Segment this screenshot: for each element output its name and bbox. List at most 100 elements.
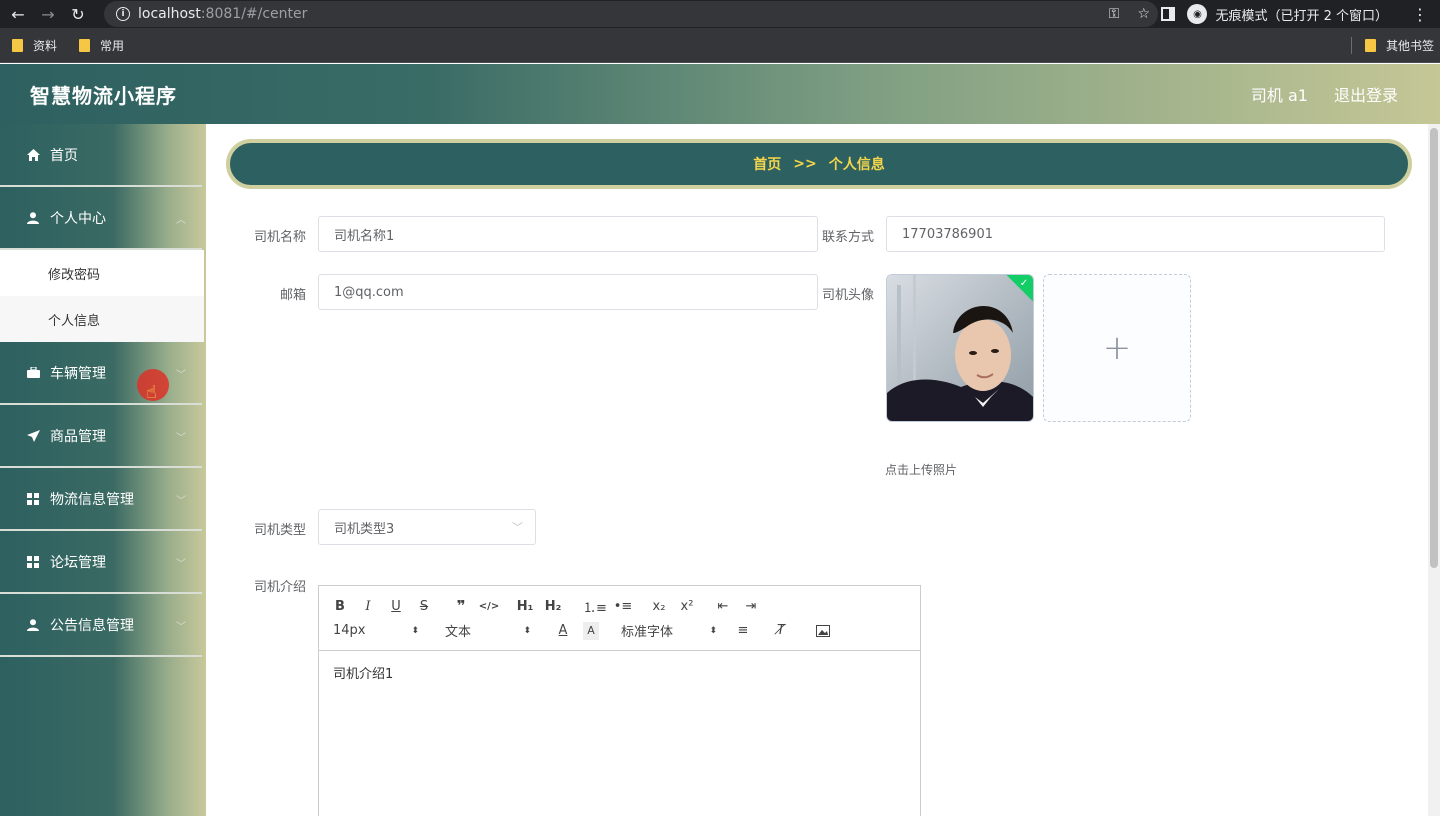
sidebar-item-label: 论坛管理 — [50, 554, 106, 571]
breadcrumb-home[interactable]: 首页 — [753, 154, 781, 174]
bookmark-folder-1[interactable]: 资料 — [12, 37, 57, 54]
sidebar-item-label: 车辆管理 — [50, 365, 106, 382]
ordered-list-icon[interactable]: ⒈≡ — [583, 597, 607, 616]
indent-icon[interactable]: ⇥ — [743, 597, 759, 615]
clear-format-icon[interactable]: T̸ — [773, 622, 789, 640]
chevron-down-icon: ﹀ — [176, 496, 186, 507]
grid-icon — [26, 492, 40, 505]
browser-toolbar: ← → ↻ i localhost:8081/#/center ⚿ ☆ ◉ 无痕… — [0, 0, 1440, 28]
editor-toolbar: B I U S ❞ </> H₁ H₂ ⒈≡ •≡ x₂ x² ⇤ ⇥ 14px… — [319, 586, 920, 651]
strikethrough-icon[interactable]: S — [417, 597, 431, 615]
current-user[interactable]: 司机 a1 — [1251, 82, 1308, 106]
font-color-icon[interactable]: A — [555, 622, 571, 640]
sidebar-item-forum-management[interactable]: 论坛管理 ﹀ — [0, 531, 202, 594]
underline-icon[interactable]: U — [389, 597, 403, 615]
briefcase-icon — [26, 367, 40, 378]
more-menu-icon[interactable]: ⋮ — [1412, 5, 1428, 24]
sidebar-subitem-change-password[interactable]: 修改密码 — [0, 250, 204, 296]
italic-icon[interactable]: I — [361, 597, 375, 615]
text-style-select[interactable]: 文本 ⬍ — [445, 621, 531, 640]
driver-name-input[interactable]: 司机名称1 — [318, 216, 818, 252]
heading-1-icon[interactable]: H₁ — [515, 597, 535, 615]
sidebar-item-vehicle-management[interactable]: 车辆管理 ﹀ — [0, 342, 202, 405]
sidebar-item-label: 个人中心 — [50, 210, 106, 227]
bookmark-label: 资料 — [33, 38, 58, 53]
send-icon — [26, 429, 40, 442]
incognito-label[interactable]: 无痕模式（已打开 2 个窗口） — [1215, 5, 1388, 24]
updown-icon: ⬍ — [709, 625, 717, 636]
back-icon[interactable]: ← — [6, 2, 30, 26]
rich-text-editor: B I U S ❞ </> H₁ H₂ ⒈≡ •≡ x₂ x² ⇤ ⇥ 14px… — [318, 585, 921, 816]
sidebar-item-label: 公告信息管理 — [50, 617, 134, 634]
chevron-up-icon: ︿ — [176, 215, 186, 226]
chevron-down-icon: ﹀ — [176, 559, 186, 570]
folder-icon — [79, 38, 91, 52]
sidebar-item-home[interactable]: 首页 — [0, 124, 202, 187]
other-bookmarks[interactable]: 其他书签 — [1364, 37, 1434, 54]
sidebar-item-goods-management[interactable]: 商品管理 ﹀ — [0, 405, 202, 468]
url-path: :8081/#/center — [200, 6, 308, 22]
home-icon — [26, 148, 40, 161]
subscript-icon[interactable]: x₂ — [651, 597, 667, 615]
superscript-icon[interactable]: x² — [679, 597, 695, 615]
sidebar-subitem-personal-info[interactable]: 个人信息 — [0, 296, 204, 342]
reload-icon[interactable]: ↻ — [66, 2, 90, 26]
chevron-down-icon: ﹀ — [176, 622, 186, 633]
font-size-value: 14px — [333, 623, 366, 638]
avatar-image[interactable]: ✓ — [886, 274, 1034, 422]
sidebar-item-logistics-management[interactable]: 物流信息管理 ﹀ — [0, 468, 202, 531]
info-icon[interactable]: i — [116, 7, 130, 21]
blockquote-icon[interactable]: ❞ — [453, 597, 469, 615]
sidebar-item-label: 商品管理 — [50, 428, 106, 445]
driver-type-select[interactable]: 司机类型3 ﹀ — [318, 509, 536, 545]
side-panel-icon[interactable] — [1161, 7, 1176, 21]
hand-cursor-icon: ☝ — [146, 382, 157, 403]
sidebar-item-label: 物流信息管理 — [50, 491, 134, 508]
outdent-icon[interactable]: ⇤ — [715, 597, 731, 615]
folder-icon — [12, 38, 23, 52]
app-title: 智慧物流小程序 — [30, 83, 177, 108]
scrollbar-thumb[interactable] — [1430, 128, 1438, 568]
intro-label: 司机介绍 — [253, 580, 306, 595]
font-family-select[interactable]: 标准字体 ⬍ — [621, 621, 717, 640]
email-label: 邮箱 — [279, 288, 306, 303]
logout-button[interactable]: 退出登录 — [1334, 82, 1398, 106]
code-block-icon[interactable]: </> — [479, 597, 499, 615]
address-bar[interactable]: i localhost:8081/#/center ⚿ ☆ — [104, 1, 1158, 27]
user-icon — [26, 211, 40, 224]
app-header: 智慧物流小程序 司机 a1 退出登录 — [0, 64, 1440, 124]
breadcrumb: 首页 >> 个人信息 — [226, 139, 1412, 189]
avatar-label: 司机头像 — [821, 288, 874, 303]
email-input[interactable]: 1@qq.com — [318, 274, 818, 310]
main-content: 首页 >> 个人信息 司机名称 司机名称1 联系方式 17703786901 邮… — [206, 124, 1428, 816]
bookmark-label: 常用 — [100, 38, 125, 53]
editor-content[interactable]: 司机介绍1 — [319, 651, 920, 694]
heading-2-icon[interactable]: H₂ — [543, 597, 563, 615]
chevron-down-icon: ﹀ — [176, 433, 186, 444]
bookmarks-bar: 资料 常用 其他书签 — [0, 28, 1440, 63]
background-color-icon[interactable]: A — [583, 621, 599, 640]
font-size-select[interactable]: 14px ⬍ — [333, 623, 419, 638]
chevron-down-icon: ﹀ — [176, 370, 186, 381]
bookmark-folder-2[interactable]: 常用 — [79, 37, 124, 54]
upload-avatar-button[interactable]: + — [1043, 274, 1191, 422]
sidebar: 首页 个人中心 ︿ 修改密码 个人信息 车辆管理 ﹀ 商品管理 ﹀ 物流信息管理… — [0, 124, 206, 816]
key-icon[interactable]: ⚿ — [1109, 6, 1120, 22]
url-host: localhost — [138, 6, 201, 22]
align-icon[interactable]: ≡ — [735, 622, 751, 640]
folder-icon — [1364, 38, 1376, 52]
star-icon[interactable]: ☆ — [1137, 6, 1150, 22]
page-scrollbar[interactable] — [1428, 124, 1440, 816]
bold-icon[interactable]: B — [333, 597, 347, 615]
other-bookmarks-label: 其他书签 — [1385, 38, 1434, 53]
incognito-icon[interactable]: ◉ — [1187, 4, 1208, 24]
check-icon: ✓ — [1019, 277, 1029, 289]
sidebar-item-personal-center[interactable]: 个人中心 ︿ — [0, 187, 202, 250]
sidebar-item-announcement-management[interactable]: 公告信息管理 ﹀ — [0, 594, 202, 657]
contact-input[interactable]: 17703786901 — [886, 216, 1385, 252]
forward-icon[interactable]: → — [36, 2, 60, 26]
driver-type-label: 司机类型 — [253, 523, 306, 538]
personal-center-submenu: 修改密码 个人信息 — [0, 250, 204, 342]
bullet-list-icon[interactable]: •≡ — [614, 597, 633, 615]
image-icon[interactable] — [815, 622, 831, 640]
